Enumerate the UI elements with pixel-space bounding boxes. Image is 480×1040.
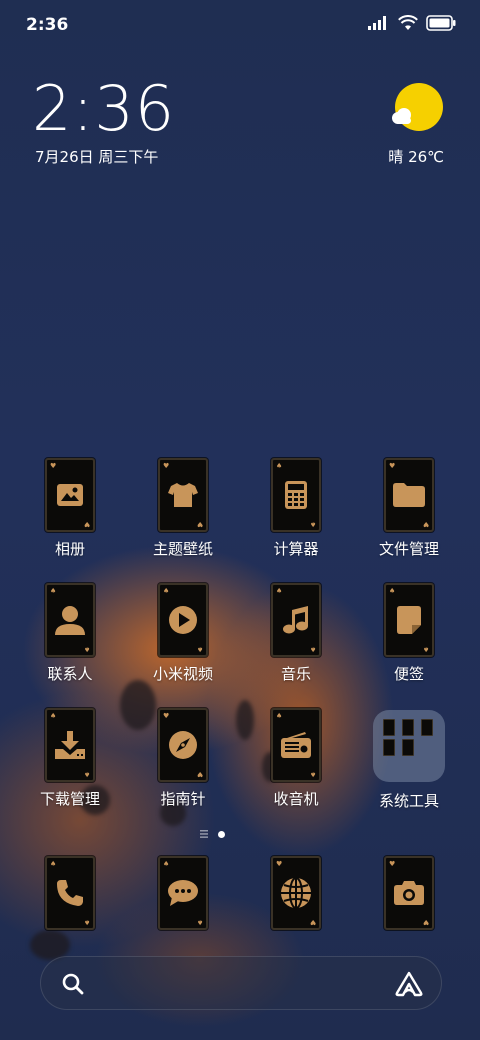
globe-icon [281,877,311,909]
page-indicator[interactable] [200,830,225,838]
clock-time[interactable]: 2:36 [32,78,175,140]
app-card: ♥ ♥ [158,708,208,782]
tshirt-icon [168,483,198,507]
app-themes[interactable]: ♥ ♥ 主题壁纸 [133,458,233,559]
app-label: 计算器 [273,540,319,558]
status-bar: 2:36 [0,0,480,50]
app-card: ♠ ♠ [45,583,95,657]
app-label: 系统工具 [378,792,439,810]
app-downloads[interactable]: ♠ ♠ 下载管理 [20,708,120,809]
battery-icon [426,15,456,31]
app-card: ♥ ♥ [384,856,434,930]
weather-temperature: 晴 26℃ [388,148,444,166]
dock-camera[interactable]: ♥ ♥ [359,856,459,930]
app-radio[interactable]: ♠ ♠ 收音机 [246,708,346,809]
note-icon [397,606,421,634]
folder-system-tools[interactable]: 系统工具 [359,710,459,811]
app-card: ♥ ♥ [384,458,434,532]
app-contacts[interactable]: ♠ ♠ 联系人 [20,583,120,684]
download-icon [55,731,85,759]
app-card: ♥ ♥ [45,458,95,532]
app-notes[interactable]: ♠ ♠ 便签 [359,583,459,684]
mini-app-icon [383,719,395,736]
mini-app-icon [402,719,414,736]
app-card: ♠ ♠ [271,583,321,657]
app-label: 指南针 [160,790,206,808]
mini-app-icon [383,739,395,756]
camera-icon [394,881,424,905]
app-card: ♠ ♠ [158,856,208,930]
compass-icon [169,731,197,759]
wifi-icon [398,15,418,30]
page-dot-active [218,830,225,838]
music-note-icon [283,606,308,634]
app-calculator[interactable]: ♠ ♠ 计算器 [246,458,346,559]
app-label: 主题壁纸 [152,540,213,558]
phone-icon [57,880,83,906]
app-card: ♥ ♥ [158,458,208,532]
signal-icon [368,16,386,30]
app-card: ♥ ♥ [271,856,321,930]
app-label: 小米视频 [152,665,213,683]
app-card: ♠ ♠ [45,856,95,930]
app-label: 下载管理 [39,790,100,808]
mini-app-icon [402,739,414,756]
dock-browser[interactable]: ♥ ♥ [246,856,346,930]
app-card: ♠ ♠ [158,583,208,657]
status-time: 2:36 [26,15,69,35]
app-card: ♠ ♠ [45,708,95,782]
app-card: ♠ ♠ [271,708,321,782]
dock-messages[interactable]: ♠ ♠ [133,856,233,930]
app-label: 文件管理 [378,540,439,558]
radio-icon [281,732,311,758]
message-icon [168,880,198,906]
folder-icon [393,483,425,507]
app-card: ♠ ♠ [384,583,434,657]
sun-cloud-icon[interactable] [390,82,444,136]
app-label: 便签 [393,665,424,683]
app-music[interactable]: ♠ ♠ 音乐 [246,583,346,684]
dock-phone[interactable]: ♠ ♠ [20,856,120,930]
clock-date: 7月26日 周三下午 [35,148,159,166]
assistant-icon[interactable] [395,971,423,997]
image-icon [57,484,83,506]
search-icon[interactable] [61,972,85,996]
app-label: 联系人 [47,665,93,683]
play-icon [169,606,197,634]
status-icons [368,15,456,31]
menu-lines-icon [200,830,208,838]
app-card: ♠ ♠ [271,458,321,532]
app-label: 收音机 [273,790,319,808]
app-file-manager[interactable]: ♥ ♥ 文件管理 [359,458,459,559]
calculator-icon [285,481,307,509]
app-compass[interactable]: ♥ ♥ 指南针 [133,708,233,809]
app-mi-video[interactable]: ♠ ♠ 小米视频 [133,583,233,684]
app-label: 相册 [54,540,85,558]
search-bar[interactable] [40,956,442,1010]
app-label: 音乐 [280,665,311,683]
app-gallery[interactable]: ♥ ♥ 相册 [20,458,120,559]
mini-app-icon [421,719,433,736]
folder-group-icon [373,710,445,782]
person-icon [55,606,85,635]
